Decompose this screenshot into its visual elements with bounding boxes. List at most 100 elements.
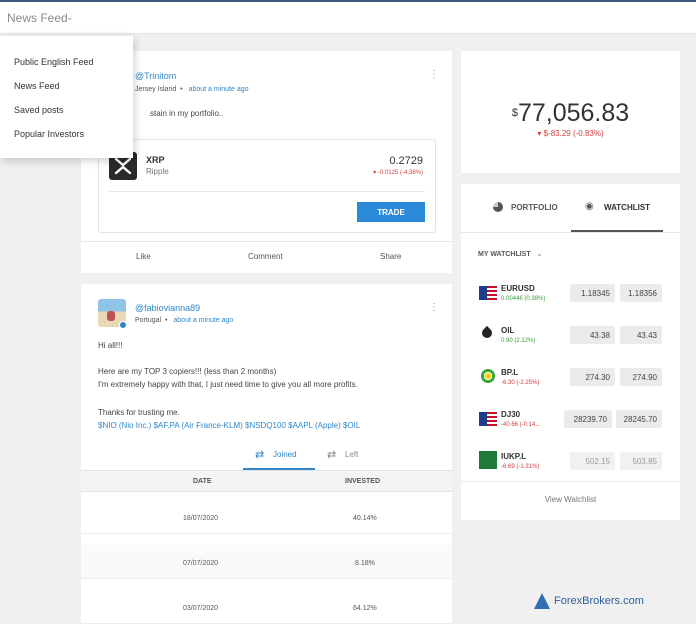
sell-price-button[interactable]: 1.18345 [570,284,615,302]
avatar-figure [107,311,115,321]
table-row: 18/07/2020 40.14% [81,500,452,534]
menu-item-news-feed[interactable]: News Feed [14,81,60,91]
post-username[interactable]: @fabiovianna89 [135,303,200,313]
tab-portfolio[interactable]: PORTFOLIO [480,196,570,230]
trade-button[interactable]: TRADE [357,202,425,222]
menu-item-popular-investors[interactable]: Popular Investors [14,129,84,139]
chevron-down-icon: ⌄ [536,251,543,258]
sell-price-button[interactable]: 43.38 [570,326,615,344]
post-meta: Jersey Island • about a minute ago [135,86,249,93]
post-location: Jersey Island [135,86,177,93]
cell-date: 18/07/2020 [183,515,219,522]
ishares-logo-icon [479,451,497,469]
instrument-symbol: DJ30 [501,410,521,419]
equity-value: $77,056.83 [461,99,680,128]
instrument-price: 0.2729 [389,155,423,167]
divider [81,241,452,242]
watchlist-row[interactable]: OIL 0.90 (2.12%) 43.38 43.43 [461,322,680,364]
currency-symbol: $ [511,107,518,119]
oil-drop-icon [479,325,497,341]
watchlist-title[interactable]: MY WATCHLIST ⌄ [478,250,542,258]
equity-change: ▾ $-83.29 (-0.83%) [537,129,604,138]
instrument-symbol: IUKP.L [501,452,527,461]
sell-price-button[interactable]: 28239.70 [564,410,612,428]
post-tags[interactable]: $NIO (Nio Inc.) $AF.PA (Air France-KLM) … [98,420,360,432]
feed-menu: Public English Feed News Feed Saved post… [0,36,133,158]
tab-watchlist[interactable]: ◉ WATCHLIST [571,196,663,232]
cell-date: 03/07/2020 [183,605,219,612]
equity-amount: 77,056.83 [517,99,630,127]
watchlist-row[interactable]: BP.L -6.30 (-2.25%) 274.30 274.90 [461,364,680,406]
menu-item-public-english-feed[interactable]: Public English Feed [14,57,94,67]
share-button[interactable]: Share [380,252,401,261]
instrument-change: ▾ -0.0125 (-4.38%) [373,170,423,176]
divider [461,232,680,233]
divider [109,191,425,192]
cell-invested: 8.18% [355,560,375,567]
tab-joined[interactable]: ⇄ Joined [243,444,315,470]
tab-watchlist-label: WATCHLIST [604,203,651,212]
column-header-invested: INVESTED [345,478,381,485]
watermark-text: ForexBrokers.com [554,595,644,607]
buy-price-button[interactable]: 274.90 [620,368,662,386]
table-row: 03/07/2020 64.12% [81,590,452,624]
post-text: stain in my portfolio.. [150,109,224,118]
top-bar: News Feed ⌄ [0,0,696,34]
eye-icon: ◉ [585,201,594,212]
buy-price-button[interactable]: 43.43 [620,326,662,344]
post-text: Thanks for trusting me. [98,408,180,417]
buy-price-button[interactable]: 28245.70 [616,410,662,428]
tab-joined-label: Joined [273,450,297,459]
watchlist-row[interactable]: IUKP.L -6.69 (-1.31%) 502.15 503.85 [461,448,680,490]
table-header: DATE INVESTED [81,470,452,492]
watchlist-row[interactable]: EURUSD 0.00446 (0.38%) 1.18345 1.18356 [461,280,680,322]
buy-price-button[interactable]: 503.85 [620,452,662,470]
joined-icon: ⇄ [255,449,265,461]
bullet: • [178,86,183,93]
instrument-change: -6.69 (-1.31%) [501,464,540,470]
view-watchlist-link[interactable]: View Watchlist [461,495,680,504]
tab-portfolio-label: PORTFOLIO [511,203,558,212]
post-username[interactable]: @Trinitom [135,71,176,81]
comment-button[interactable]: Comment [248,252,283,261]
divider [461,481,680,482]
instrument-name: Ripple [146,167,169,176]
watchlist-row[interactable]: DJ30 -40.66 (-0.14... 28239.70 28245.70 [461,406,680,448]
forexbrokers-logo-icon [534,593,550,609]
instrument-change: -6.30 (-2.25%) [501,380,540,386]
pie-chart-icon [493,202,503,212]
like-button[interactable]: Like [136,252,151,261]
equity-card: $77,056.83 ▾ $-83.29 (-0.83%) [461,51,680,173]
cell-date: 07/07/2020 [183,560,219,567]
tab-left[interactable]: ⇄ Left [323,444,383,470]
instrument-symbol: OIL [501,326,515,335]
instrument-card[interactable]: XRP Ripple 0.2729 ▾ -0.0125 (-4.38%) TRA… [98,139,436,233]
post-time[interactable]: about a minute ago [189,86,249,93]
instrument-change: 0.00446 (0.38%) [501,296,546,302]
bullet: • [163,317,168,324]
menu-item-saved-posts[interactable]: Saved posts [14,105,64,115]
oil-drop-shape [479,325,495,341]
instrument-symbol: EURUSD [501,284,535,293]
sell-price-button[interactable]: 274.30 [570,368,615,386]
more-options-icon[interactable]: ⋮ [429,302,439,313]
verified-badge-icon [119,321,127,329]
more-options-icon[interactable]: ⋮ [429,69,439,80]
tab-left-label: Left [345,450,359,459]
instrument-symbol: XRP [146,155,165,165]
instrument-symbol: BP.L [501,368,519,377]
post-location: Portugal [135,317,162,324]
left-icon: ⇄ [327,449,337,461]
eurusd-flag-icon [479,286,497,300]
cell-invested: 64.12% [353,605,377,612]
copiers-tabs: ⇄ Joined ⇄ Left [81,444,452,470]
feed-selector[interactable]: News Feed [7,11,68,25]
bp-logo-icon [481,369,495,383]
sell-price-button[interactable]: 502.15 [570,452,615,470]
post-text: Here are my TOP 3 copiers!!! (less than … [98,367,277,376]
post-text: I'm extremely happy with that, I just ne… [98,380,358,389]
buy-price-button[interactable]: 1.18356 [620,284,662,302]
instrument-change: 0.90 (2.12%) [501,338,536,344]
post-time[interactable]: about a minute ago [173,317,233,324]
chevron-down-icon[interactable]: ⌄ [66,12,74,23]
